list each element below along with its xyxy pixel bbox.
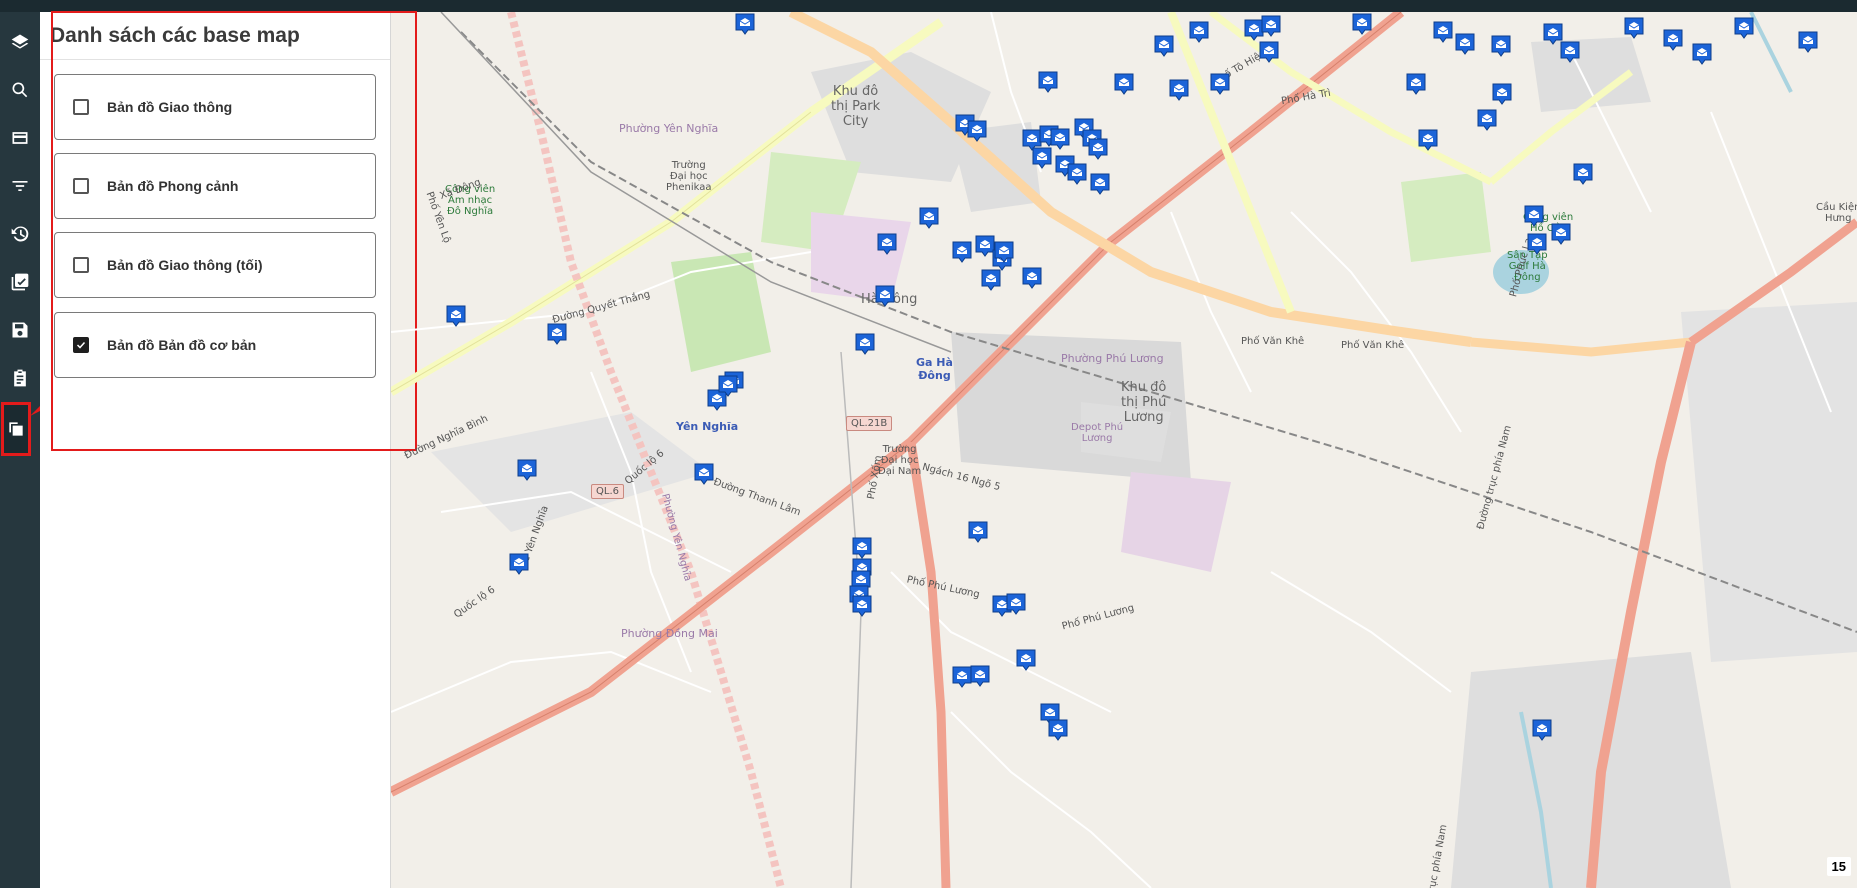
- map-marker-icon[interactable]: [1531, 718, 1553, 742]
- map-marker-icon[interactable]: [1113, 72, 1135, 96]
- map-marker-icon[interactable]: [1559, 40, 1581, 64]
- road-shield: QL.6: [591, 484, 624, 499]
- map-label: Phố Văn Khê: [1341, 340, 1405, 351]
- checkbox-checked[interactable]: [73, 337, 89, 353]
- filter-icon[interactable]: [0, 166, 40, 206]
- map-label: Phố Văn Khê: [1241, 336, 1305, 347]
- map-label: Depot Phú Lương: [1071, 422, 1124, 444]
- map-marker-icon[interactable]: [508, 552, 530, 576]
- basemap-option-basic[interactable]: Bản đồ Bản đồ cơ bản: [54, 312, 376, 378]
- map-label: Phường Phú Lương: [1061, 352, 1164, 365]
- basemap-panel: Danh sách các base map Bản đồ Giao thông…: [40, 12, 391, 888]
- map-marker-icon[interactable]: [1623, 16, 1645, 40]
- map-marker-icon[interactable]: [1351, 12, 1373, 36]
- search-icon[interactable]: [0, 70, 40, 110]
- basemap-option-label: Bản đồ Bản đồ cơ bản: [107, 337, 257, 353]
- map-marker-icon[interactable]: [1662, 28, 1684, 52]
- map-marker-icon[interactable]: [1168, 78, 1190, 102]
- map-marker-icon[interactable]: [1691, 42, 1713, 66]
- top-bar: [0, 0, 1857, 12]
- basemap-icon[interactable]: [1, 402, 31, 456]
- map-marker-icon[interactable]: [1089, 172, 1111, 196]
- map-label: Phường Đồng Mai: [621, 627, 718, 640]
- history-icon[interactable]: [0, 214, 40, 254]
- map-marker-icon[interactable]: [734, 12, 756, 36]
- basemap-option-label: Bản đồ Phong cảnh: [107, 178, 239, 194]
- map-marker-icon[interactable]: [1153, 34, 1175, 58]
- map-marker-icon[interactable]: [854, 332, 876, 356]
- layers-icon[interactable]: [0, 22, 40, 62]
- map-marker-icon[interactable]: [1432, 20, 1454, 44]
- map-marker-icon[interactable]: [1572, 162, 1594, 186]
- panel-title: Danh sách các base map: [50, 24, 300, 47]
- map-marker-icon[interactable]: [1733, 16, 1755, 40]
- map-marker-icon[interactable]: [993, 240, 1015, 264]
- map-marker-icon[interactable]: [1066, 162, 1088, 186]
- map-marker-icon[interactable]: [1021, 266, 1043, 290]
- clipboard-icon[interactable]: [0, 358, 40, 398]
- map-marker-icon[interactable]: [1258, 40, 1280, 64]
- checkbox[interactable]: [73, 257, 89, 273]
- map-roads: [391, 12, 1857, 888]
- map-canvas[interactable]: Khu đô thị Park City Hà Đông Ga Hà Đông …: [391, 12, 1857, 888]
- map-marker-icon[interactable]: [980, 268, 1002, 292]
- map-label: Trường Đại học Phenikaa: [666, 160, 712, 193]
- map-marker-icon[interactable]: [969, 664, 991, 688]
- map-marker-icon[interactable]: [1015, 648, 1037, 672]
- map-marker-icon[interactable]: [546, 322, 568, 346]
- map-marker-icon[interactable]: [1476, 108, 1498, 132]
- map-marker-icon[interactable]: [1405, 72, 1427, 96]
- map-marker-icon[interactable]: [876, 232, 898, 256]
- basemap-option-label: Bản đồ Giao thông: [107, 99, 233, 115]
- map-marker-icon[interactable]: [1417, 128, 1439, 152]
- map-marker-icon[interactable]: [1550, 222, 1572, 246]
- map-label: Phường Yên Nghĩa: [619, 122, 719, 135]
- map-label: Ga Hà Đông: [916, 356, 953, 382]
- map-marker-icon[interactable]: [851, 594, 873, 618]
- map-label: Khu đô thị Phú Lương: [1121, 380, 1167, 425]
- map-label: Yên Nghĩa: [676, 420, 739, 433]
- save-icon[interactable]: [0, 310, 40, 350]
- map-label: Khu đô thị Park City: [831, 84, 881, 129]
- map-marker-icon[interactable]: [1037, 70, 1059, 94]
- map-marker-icon[interactable]: [1087, 137, 1109, 161]
- map-marker-icon[interactable]: [951, 240, 973, 264]
- card-icon[interactable]: [0, 118, 40, 158]
- map-marker-icon[interactable]: [967, 520, 989, 544]
- map-marker-icon[interactable]: [445, 304, 467, 328]
- map-marker-icon[interactable]: [1526, 232, 1548, 256]
- map-label: Trường Đại học Đại Nam: [878, 444, 922, 477]
- map-marker-icon[interactable]: [1260, 14, 1282, 38]
- map-marker-icon[interactable]: [966, 119, 988, 143]
- zoom-level: 15: [1826, 857, 1851, 876]
- map-marker-icon[interactable]: [918, 206, 940, 230]
- road-shield: QL.21B: [846, 416, 893, 431]
- basemap-option-traffic-dark[interactable]: Bản đồ Giao thông (tối): [54, 232, 376, 298]
- basemap-option-landscape[interactable]: Bản đồ Phong cảnh: [54, 153, 376, 219]
- check-icon: [76, 341, 86, 349]
- checkbox[interactable]: [73, 178, 89, 194]
- divider: [40, 59, 390, 60]
- map-marker-icon[interactable]: [717, 374, 739, 398]
- map-label: Cầu Kiện Hưng: [1816, 202, 1857, 224]
- map-marker-icon[interactable]: [1491, 82, 1513, 106]
- map-marker-icon[interactable]: [1454, 32, 1476, 56]
- map-marker-icon[interactable]: [874, 284, 896, 308]
- map-marker-icon[interactable]: [1209, 72, 1231, 96]
- checklist-icon[interactable]: [0, 262, 40, 302]
- basemap-option-label: Bản đồ Giao thông (tối): [107, 257, 263, 273]
- map-marker-icon[interactable]: [1047, 718, 1069, 742]
- map-marker-icon[interactable]: [1005, 592, 1027, 616]
- checkbox[interactable]: [73, 99, 89, 115]
- map-marker-icon[interactable]: [1490, 34, 1512, 58]
- sidebar: [0, 12, 40, 888]
- map-marker-icon[interactable]: [693, 462, 715, 486]
- basemap-option-traffic[interactable]: Bản đồ Giao thông: [54, 74, 376, 140]
- map-marker-icon[interactable]: [1523, 204, 1545, 228]
- map-marker-icon[interactable]: [1797, 30, 1819, 54]
- map-marker-icon[interactable]: [1188, 20, 1210, 44]
- map-marker-icon[interactable]: [516, 458, 538, 482]
- map-marker-icon[interactable]: [1031, 146, 1053, 170]
